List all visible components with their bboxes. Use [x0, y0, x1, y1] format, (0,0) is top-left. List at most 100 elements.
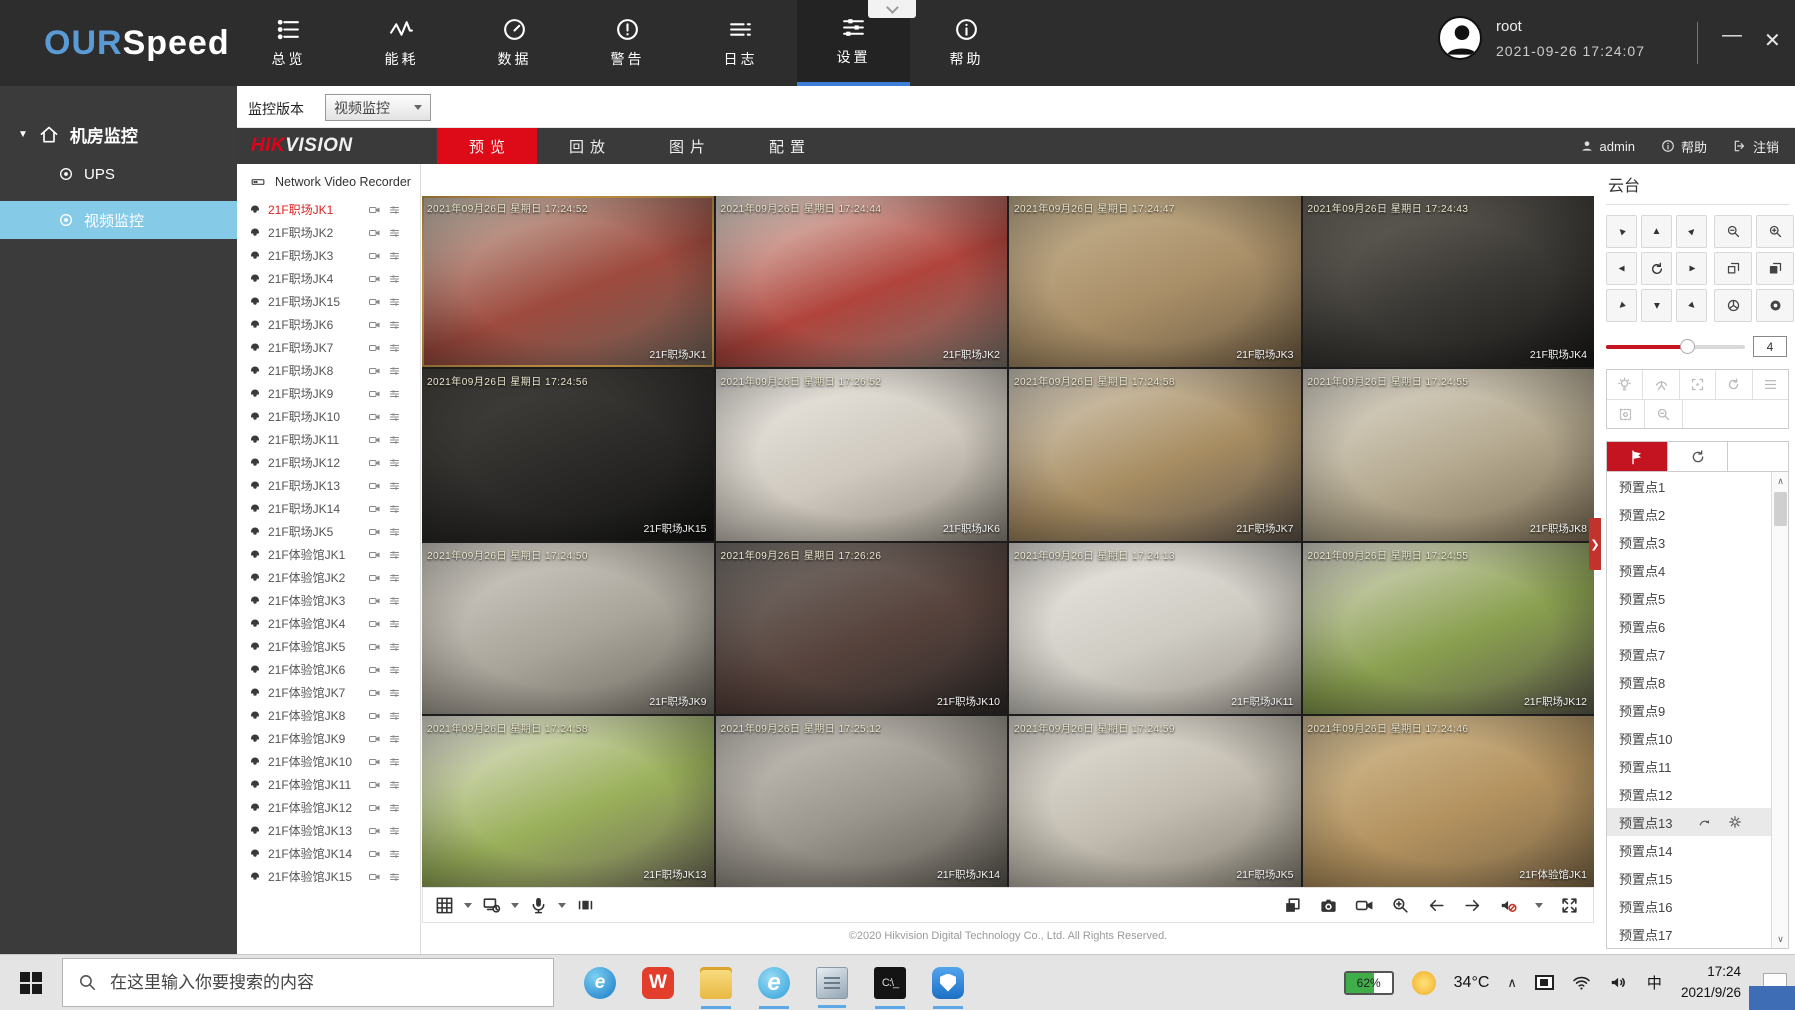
start-stream-icon[interactable] — [368, 365, 381, 377]
camera-list-item[interactable]: 21F职场JK14 — [237, 497, 420, 520]
camera-list-item[interactable]: 21F体验馆JK9 — [237, 727, 420, 750]
light-button[interactable] — [1607, 370, 1643, 399]
preset-item[interactable]: 预置点16 — [1607, 892, 1788, 920]
stream-config-icon[interactable] — [388, 365, 401, 377]
camera-list-item[interactable]: 21F体验馆JK4 — [237, 612, 420, 635]
stream-config-icon[interactable] — [388, 526, 401, 538]
scroll-down-icon[interactable]: ∨ — [1772, 930, 1789, 948]
stream-config-icon[interactable] — [388, 618, 401, 630]
chevron-down-icon[interactable] — [558, 903, 566, 908]
start-stream-icon[interactable] — [368, 434, 381, 446]
hikvision-tab[interactable]: 回放 — [537, 128, 637, 164]
previous-page-icon[interactable] — [1427, 896, 1446, 915]
stream-config-icon[interactable] — [388, 434, 401, 446]
snapshot-icon[interactable] — [1319, 896, 1338, 915]
patrol-tab[interactable] — [1668, 442, 1729, 471]
hikvision-tab[interactable]: 图片 — [637, 128, 737, 164]
camera-list-item[interactable]: 21F职场JK2 — [237, 221, 420, 244]
taskbar-app-icon[interactable] — [700, 967, 732, 999]
video-tile[interactable]: 2021年09月26日 星期日 17:24:58 21F职场JK13 — [422, 716, 714, 887]
initialize-lens-button[interactable] — [1716, 370, 1752, 399]
stream-config-icon[interactable] — [388, 756, 401, 768]
video-tile[interactable]: 2021年09月26日 星期日 17:24:43 21F职场JK4 — [1303, 196, 1595, 367]
sidebar-item[interactable]: 视频监控 — [0, 201, 237, 239]
search-input[interactable] — [110, 973, 490, 993]
preset-item[interactable]: 预置点14 — [1607, 836, 1788, 864]
hikvision-tab[interactable]: 预览 — [437, 128, 537, 164]
camera-list-item[interactable]: 21F职场JK11 — [237, 428, 420, 451]
video-tile[interactable]: 2021年09月26日 星期日 17:25:12 21F职场JK14 — [716, 716, 1008, 887]
start-stream-icon[interactable] — [368, 848, 381, 860]
nav-item[interactable]: 警告 — [571, 0, 684, 86]
ptz-up-button[interactable]: ▲ — [1641, 215, 1672, 248]
monitor-version-select[interactable]: 视频监控 — [325, 94, 431, 121]
nav-item[interactable]: 日志 — [684, 0, 797, 86]
camera-list-item[interactable]: 21F职场JK12 — [237, 451, 420, 474]
start-stream-icon[interactable] — [368, 204, 381, 216]
speaker-icon[interactable] — [1609, 973, 1628, 992]
preset-item[interactable]: 预置点10 — [1607, 724, 1788, 752]
camera-list-item[interactable]: 21F体验馆JK2 — [237, 566, 420, 589]
start-stream-icon[interactable] — [368, 641, 381, 653]
ptz-auto-rotate-button[interactable] — [1641, 252, 1672, 285]
chevron-down-icon[interactable] — [1535, 903, 1543, 908]
hikvision-tab[interactable]: 配置 — [737, 128, 837, 164]
sidebar-item[interactable]: UPS — [0, 155, 237, 193]
camera-list-item[interactable]: 21F职场JK15 — [237, 290, 420, 313]
chevron-down-icon[interactable] — [511, 903, 519, 908]
temperature[interactable]: 34°C — [1454, 974, 1490, 992]
manual-tracking-button[interactable] — [1645, 400, 1683, 428]
taskbar-app-icon[interactable] — [932, 967, 964, 999]
next-page-icon[interactable] — [1463, 896, 1482, 915]
zoom-3d-button[interactable] — [1680, 370, 1716, 399]
stream-config-icon[interactable] — [388, 250, 401, 262]
start-stream-icon[interactable] — [368, 388, 381, 400]
camera-list-item[interactable]: 21F体验馆JK12 — [237, 796, 420, 819]
preset-settings-icon[interactable] — [1728, 815, 1742, 829]
sidebar-group-header[interactable]: ▼ 机房监控 — [0, 86, 237, 147]
start-stream-icon[interactable] — [368, 595, 381, 607]
panel-collapse-handle[interactable]: ❯ — [1589, 518, 1601, 570]
device-header[interactable]: Network Video Recorder — [237, 164, 420, 198]
video-tile[interactable]: 2021年09月26日 星期日 17:24:58 21F职场JK7 — [1009, 369, 1301, 540]
start-button[interactable] — [0, 955, 62, 1010]
preset-item[interactable]: 预置点1 — [1607, 472, 1788, 500]
ptz-up-right-button[interactable]: ▲ — [1676, 215, 1707, 248]
stream-config-icon[interactable] — [388, 342, 401, 354]
camera-list-item[interactable]: 21F职场JK3 — [237, 244, 420, 267]
stream-config-icon[interactable] — [388, 296, 401, 308]
ptz-down-right-button[interactable]: ▲ — [1676, 289, 1707, 322]
display-icon[interactable] — [1535, 975, 1554, 990]
start-stream-icon[interactable] — [368, 457, 381, 469]
fullscreen-icon[interactable] — [1560, 896, 1579, 915]
scrollbar-thumb[interactable] — [1774, 492, 1787, 526]
slider-knob[interactable] — [1680, 339, 1695, 354]
stream-type-icon[interactable] — [482, 896, 501, 915]
taskbar-app-icon[interactable]: e — [584, 967, 616, 999]
broadcast-icon[interactable] — [576, 896, 595, 915]
camera-list-item[interactable]: 21F职场JK5 — [237, 520, 420, 543]
stream-config-icon[interactable] — [388, 480, 401, 492]
camera-list-item[interactable]: 21F体验馆JK1 — [237, 543, 420, 566]
video-tile[interactable]: 2021年09月26日 星期日 17:24:52 21F职场JK1 — [422, 196, 714, 367]
start-stream-icon[interactable] — [368, 273, 381, 285]
camera-list-item[interactable]: 21F职场JK6 — [237, 313, 420, 336]
help-link[interactable]: 帮助 — [1661, 137, 1707, 156]
preset-item[interactable]: 预置点13 — [1607, 808, 1788, 836]
start-stream-icon[interactable] — [368, 710, 381, 722]
zoom-out-button[interactable] — [1714, 215, 1752, 248]
preset-item[interactable]: 预置点6 — [1607, 612, 1788, 640]
preset-item[interactable]: 预置点2 — [1607, 500, 1788, 528]
stream-config-icon[interactable] — [388, 848, 401, 860]
focus-far-button[interactable] — [1756, 252, 1794, 285]
minimize-button[interactable]: — — [1722, 24, 1742, 47]
ptz-right-button[interactable]: ▲ — [1676, 252, 1707, 285]
pattern-tab[interactable] — [1728, 442, 1788, 471]
camera-list-item[interactable]: 21F体验馆JK14 — [237, 842, 420, 865]
ptz-down-left-button[interactable]: ▲ — [1606, 289, 1637, 322]
stream-config-icon[interactable] — [388, 503, 401, 515]
stop-all-icon[interactable] — [1283, 896, 1302, 915]
video-tile[interactable]: 2021年09月26日 星期日 17:24:50 21F职场JK9 — [422, 543, 714, 714]
preset-item[interactable]: 预置点3 — [1607, 528, 1788, 556]
wifi-icon[interactable] — [1572, 973, 1591, 992]
